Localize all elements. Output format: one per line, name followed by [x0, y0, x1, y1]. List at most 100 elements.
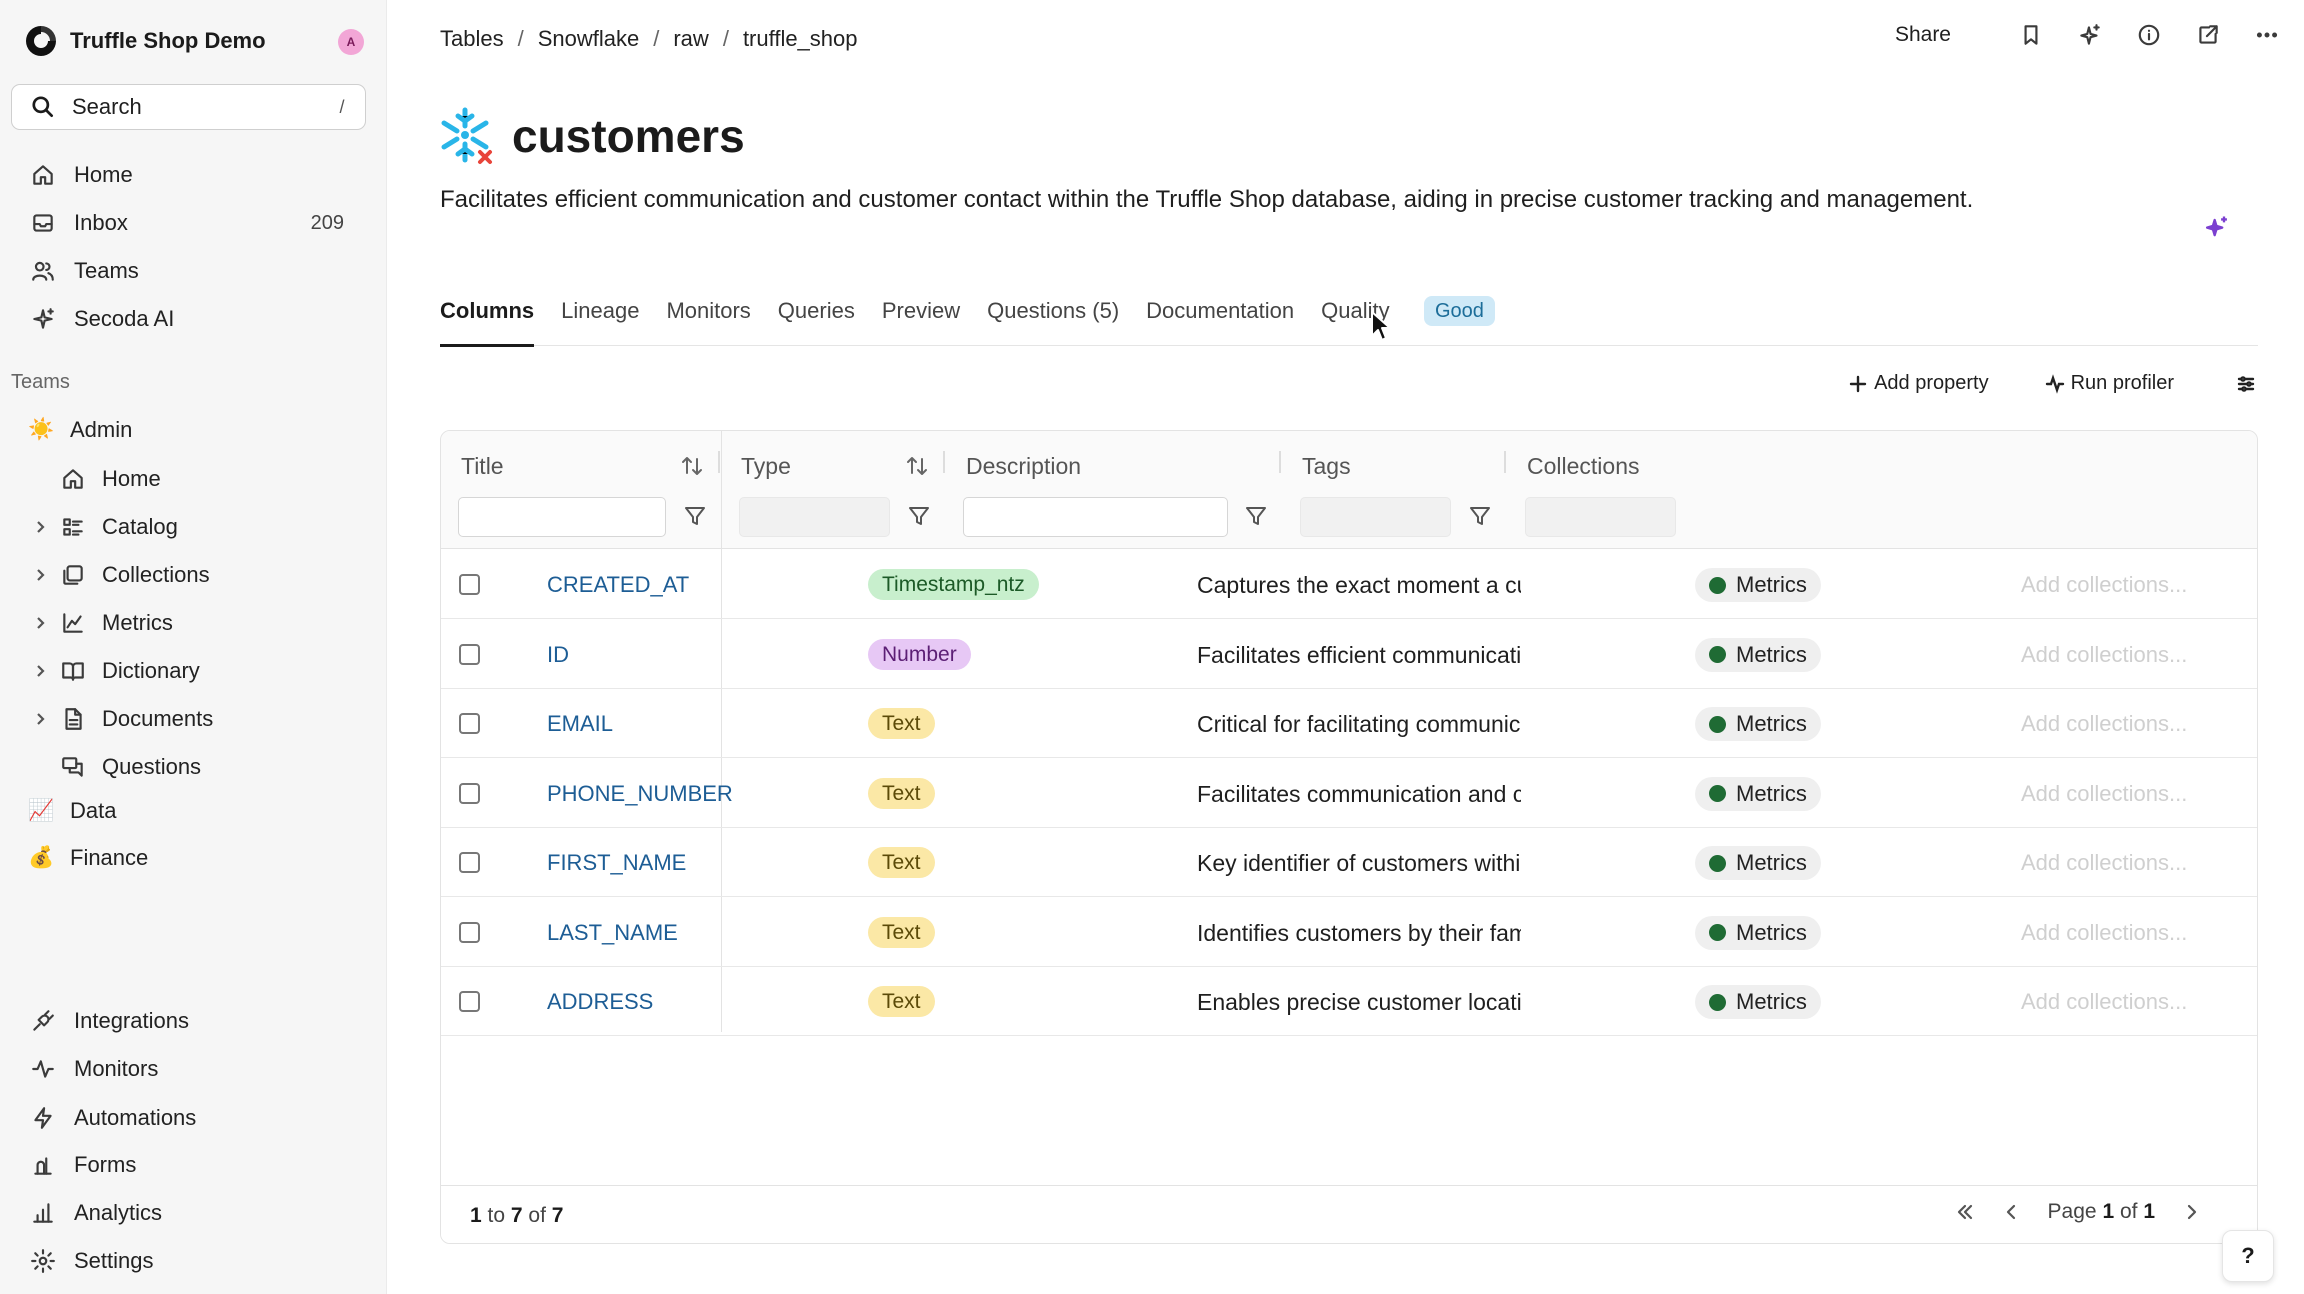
add-property-button[interactable]: Add property — [1848, 372, 1989, 395]
tab-lineage[interactable]: Lineage — [561, 296, 639, 346]
row-checkbox[interactable] — [459, 643, 480, 665]
description-filter-input[interactable] — [963, 497, 1228, 537]
tags-filter-input[interactable] — [1300, 497, 1451, 537]
tag-chip[interactable]: Metrics — [1695, 637, 1821, 672]
tag-chip[interactable]: Metrics — [1695, 568, 1821, 602]
tag-chip[interactable]: Metrics — [1695, 707, 1821, 741]
column-description[interactable]: Facilitates efficient communication betw… — [1197, 642, 1521, 669]
filter-icon[interactable] — [1243, 503, 1269, 529]
chevron-right-icon[interactable] — [30, 711, 50, 727]
first-page-icon[interactable] — [1954, 1201, 1976, 1223]
collections-filter-input[interactable] — [1525, 497, 1676, 537]
row-checkbox[interactable] — [459, 852, 480, 873]
sparkle-icon[interactable] — [2077, 22, 2103, 48]
breadcrumb-item[interactable]: truffle_shop — [743, 26, 858, 52]
breadcrumb-item[interactable]: Tables — [440, 26, 504, 52]
sidebar-item-questions[interactable]: Questions — [30, 749, 201, 785]
column-description[interactable]: Key identifier of customers within the T… — [1197, 850, 1521, 877]
share-button[interactable]: Share — [1895, 23, 1951, 47]
info-icon[interactable] — [2136, 22, 2162, 48]
prev-page-icon[interactable] — [2000, 1201, 2022, 1223]
avatar[interactable]: A — [338, 29, 364, 55]
row-checkbox[interactable] — [459, 574, 480, 595]
tag-chip[interactable]: Metrics — [1695, 776, 1821, 811]
chevron-right-icon[interactable] — [30, 519, 50, 535]
table-row[interactable]: ID Number Facilitates efficient communicat… — [441, 620, 2257, 689]
add-collections-input[interactable]: Add collections... — [2021, 781, 2187, 807]
column-header-tags[interactable]: Tags — [1302, 453, 1351, 480]
column-header-description[interactable]: Description — [966, 453, 1081, 480]
row-checkbox[interactable] — [459, 991, 480, 1012]
tab-documentation[interactable]: Documentation — [1146, 296, 1294, 346]
column-name-link[interactable]: EMAIL — [547, 711, 613, 737]
chevron-right-icon[interactable] — [30, 615, 50, 631]
table-row[interactable]: EMAIL Text Critical for facilitating commu… — [441, 689, 2257, 758]
sidebar-item-dictionary[interactable]: Dictionary — [30, 653, 200, 689]
more-icon[interactable] — [2254, 22, 2280, 48]
external-link-icon[interactable] — [2195, 22, 2221, 48]
breadcrumb-item[interactable]: Snowflake — [538, 26, 640, 52]
column-description[interactable]: Enables precise customer location analys… — [1197, 989, 1521, 1016]
table-row[interactable]: LAST_NAME Text Identifies customers by the… — [441, 898, 2257, 967]
sidebar-item-inbox[interactable]: Inbox 209 — [30, 205, 360, 241]
sidebar-item-catalog[interactable]: Catalog — [30, 509, 178, 545]
column-settings-button[interactable] — [2236, 374, 2256, 394]
add-collections-input[interactable]: Add collections... — [2021, 642, 2187, 668]
filter-icon[interactable] — [906, 503, 932, 529]
add-collections-input[interactable]: Add collections... — [2021, 989, 2187, 1015]
sidebar-item-metrics[interactable]: Metrics — [30, 605, 173, 641]
column-description[interactable]: Identifies customers by their family nam… — [1197, 920, 1521, 947]
filter-icon[interactable] — [682, 503, 708, 529]
tab-queries[interactable]: Queries — [778, 296, 855, 346]
ai-sparkle-icon[interactable] — [2203, 213, 2231, 241]
add-collections-input[interactable]: Add collections... — [2021, 920, 2187, 946]
table-row[interactable]: FIRST_NAME Text Key identifier of customer… — [441, 828, 2257, 897]
column-name-link[interactable]: ID — [547, 642, 569, 668]
add-collections-input[interactable]: Add collections... — [2021, 711, 2187, 737]
chevron-right-icon[interactable] — [30, 567, 50, 583]
search-input[interactable]: Search / — [11, 84, 366, 130]
tag-chip[interactable]: Metrics — [1695, 985, 1821, 1019]
team-data[interactable]: 📈 Data — [28, 793, 116, 829]
column-description[interactable]: Critical for facilitating communication … — [1197, 711, 1521, 738]
row-checkbox[interactable] — [459, 921, 480, 943]
sidebar-item-home[interactable]: Home — [30, 157, 360, 193]
column-name-link[interactable]: CREATED_AT — [547, 572, 689, 598]
next-page-icon[interactable] — [2181, 1201, 2203, 1223]
bookmark-icon[interactable] — [2018, 22, 2044, 48]
sort-icon[interactable] — [679, 453, 705, 479]
run-profiler-button[interactable]: Run profiler — [2045, 372, 2174, 395]
tab-monitors[interactable]: Monitors — [666, 296, 750, 346]
sidebar-item-analytics[interactable]: Analytics — [30, 1195, 360, 1231]
table-row[interactable]: PHONE_NUMBER Text Facilitates communicatio… — [441, 759, 2257, 828]
tab-questions[interactable]: Questions (5) — [987, 296, 1119, 346]
row-checkbox[interactable] — [459, 713, 480, 734]
filter-icon[interactable] — [1467, 503, 1493, 529]
add-collections-input[interactable]: Add collections... — [2021, 850, 2187, 876]
column-header-type[interactable]: Type — [741, 453, 791, 480]
sidebar-item-integrations[interactable]: Integrations — [30, 1003, 360, 1039]
tab-columns[interactable]: Columns — [440, 296, 535, 347]
tag-chip[interactable]: Metrics — [1695, 846, 1821, 880]
type-filter-input[interactable] — [739, 497, 890, 537]
column-name-link[interactable]: FIRST_NAME — [547, 850, 686, 876]
team-admin[interactable]: ☀️ Admin — [28, 412, 132, 448]
row-checkbox[interactable] — [459, 782, 480, 804]
page-description[interactable]: Facilitates efficient communication and … — [440, 186, 2180, 214]
column-description[interactable]: Facilitates communication and customer c… — [1197, 781, 1521, 808]
table-row[interactable]: CREATED_AT Timestamp_ntz Captures the exac… — [441, 550, 2257, 619]
sidebar-item-collections[interactable]: Collections — [30, 557, 210, 593]
sidebar-item-forms[interactable]: Forms — [30, 1147, 360, 1183]
column-name-link[interactable]: ADDRESS — [547, 989, 653, 1015]
chevron-right-icon[interactable] — [30, 663, 50, 679]
sidebar-item-settings[interactable]: Settings — [30, 1243, 360, 1279]
add-collections-input[interactable]: Add collections... — [2021, 572, 2187, 598]
sort-icon[interactable] — [904, 453, 930, 479]
sidebar-item-automations[interactable]: Automations — [30, 1100, 360, 1136]
sidebar-item-teams[interactable]: Teams — [30, 253, 360, 289]
tag-chip[interactable]: Metrics — [1695, 915, 1821, 950]
sidebar-item-monitors[interactable]: Monitors — [30, 1051, 360, 1087]
column-header-collections[interactable]: Collections — [1527, 453, 1640, 480]
column-header-title[interactable]: Title — [461, 453, 504, 480]
breadcrumb-item[interactable]: raw — [673, 26, 708, 52]
